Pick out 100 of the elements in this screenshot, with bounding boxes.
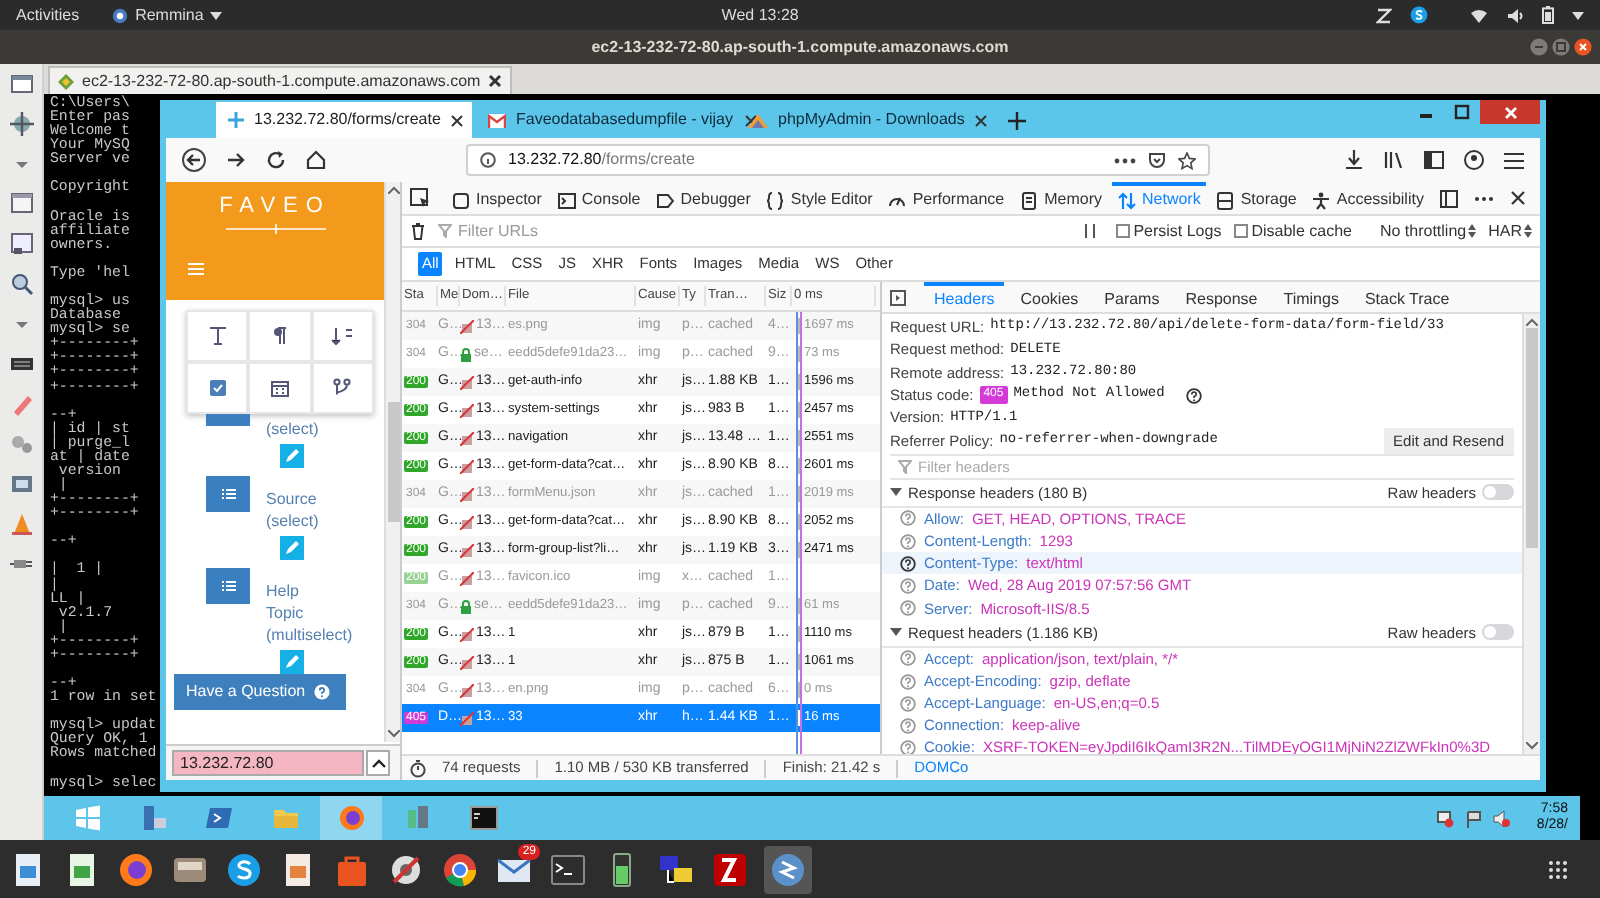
detail-tab[interactable]: Cookies — [1010, 281, 1089, 313]
activities-button[interactable]: Activities — [16, 3, 80, 27]
skype-icon[interactable] — [224, 849, 264, 889]
option-checkbox[interactable]: Disable cache — [1233, 219, 1352, 243]
menu-icon[interactable] — [1504, 151, 1524, 169]
pocket-icon[interactable] — [1148, 151, 1166, 169]
stopwatch-icon[interactable] — [410, 759, 426, 777]
library-icon[interactable] — [1384, 150, 1404, 170]
sidebar-icon[interactable] — [1424, 150, 1444, 170]
checkbox[interactable] — [1233, 224, 1248, 238]
devtools-tab[interactable]: Storage — [1210, 181, 1303, 215]
toggle-switch[interactable] — [1482, 624, 1514, 641]
firefox-icon[interactable] — [337, 804, 365, 832]
field-tile[interactable] — [206, 568, 250, 604]
screenshot-icon[interactable] — [9, 472, 33, 496]
detail-tab[interactable]: Params — [1094, 281, 1170, 313]
browser-tab[interactable]: phpMyAdmin - Downloads — [736, 102, 992, 138]
detail-tab[interactable]: Response — [1175, 281, 1268, 313]
close-icon[interactable] — [1574, 38, 1592, 56]
home-icon[interactable] — [306, 150, 326, 170]
devtools-tab[interactable]: Accessibility — [1306, 181, 1430, 215]
filezilla-icon[interactable] — [710, 849, 750, 889]
network-error-icon[interactable] — [1436, 809, 1455, 827]
find-field[interactable]: 13.232.72.80 — [172, 750, 364, 776]
command-prompt-icon[interactable] — [469, 804, 497, 832]
checkbox[interactable] — [1115, 224, 1130, 238]
detail-tab[interactable]: Timings — [1273, 281, 1349, 313]
checkbox-icon[interactable] — [205, 376, 230, 400]
firefox-icon[interactable] — [116, 849, 156, 889]
toggle-panel-icon[interactable] — [890, 289, 906, 305]
maximize-icon[interactable] — [1454, 104, 1470, 120]
scroll-down-icon[interactable] — [1526, 742, 1538, 750]
more-icon[interactable] — [1474, 195, 1494, 201]
devtools-tab[interactable]: Inspector — [446, 181, 548, 215]
caret-icon[interactable] — [209, 11, 222, 19]
close-icon[interactable] — [974, 113, 989, 127]
field-tile[interactable] — [206, 414, 250, 426]
clock[interactable]: Wed 13:28 — [721, 3, 799, 27]
calendar-icon[interactable] — [267, 376, 292, 400]
scroll-down-icon[interactable] — [387, 730, 399, 738]
skype-icon[interactable] — [1410, 6, 1428, 24]
dock-icon[interactable] — [1440, 189, 1458, 207]
caret-icon[interactable] — [1572, 11, 1584, 19]
wifi-icon[interactable] — [1470, 7, 1488, 23]
remmina-icon[interactable] — [768, 849, 808, 889]
picker-icon[interactable] — [410, 188, 430, 208]
close-button[interactable] — [1480, 100, 1540, 124]
terminal-icon[interactable] — [548, 849, 588, 889]
trash-icon[interactable] — [410, 222, 426, 240]
devtools-tab[interactable]: Debugger — [650, 181, 757, 215]
star-icon[interactable] — [1178, 151, 1196, 169]
keyboard-icon[interactable] — [9, 352, 33, 376]
scrollbar-thumb[interactable] — [387, 402, 399, 522]
text-format-icon[interactable] — [205, 324, 230, 348]
devtools-tab[interactable]: Performance — [882, 181, 1011, 215]
devtools-tab[interactable]: Memory — [1014, 181, 1108, 215]
help-button[interactable]: Have a Question — [174, 674, 346, 710]
back-icon[interactable] — [182, 148, 206, 172]
speaker-icon[interactable] — [1506, 7, 1524, 23]
close-icon[interactable] — [488, 74, 503, 88]
move-icon[interactable] — [9, 112, 33, 136]
download-icon[interactable] — [1344, 150, 1364, 170]
devtools-tab[interactable]: Console — [551, 181, 647, 215]
app-grid-icon[interactable] — [1548, 859, 1568, 879]
remmina-icon[interactable] — [111, 7, 128, 23]
branch-icon[interactable] — [330, 376, 355, 400]
reload-icon[interactable] — [266, 150, 286, 170]
close-icon[interactable] — [743, 113, 758, 127]
detail-tab[interactable]: Stack Trace — [1354, 281, 1460, 313]
cone-icon[interactable] — [9, 512, 33, 536]
har-menu[interactable]: HAR — [1488, 219, 1532, 243]
option-checkbox[interactable]: Persist Logs — [1115, 219, 1222, 243]
close-icon[interactable] — [450, 113, 465, 127]
window-icon[interactable] — [9, 232, 33, 256]
scroll-up-icon[interactable] — [1526, 318, 1538, 326]
account-icon[interactable] — [1464, 150, 1484, 170]
flag-icon[interactable] — [1464, 809, 1483, 827]
scroll-up-icon[interactable] — [387, 186, 399, 194]
browser-tab[interactable]: 13.232.72.80/forms/create — [216, 102, 472, 138]
connection-tab[interactable]: ec2-13-232-72-80.ap-south-1.compute.amazonaws.com — [48, 66, 513, 94]
forward-icon[interactable] — [226, 150, 246, 170]
chrome-icon[interactable] — [440, 849, 480, 889]
more-icon[interactable] — [1114, 157, 1136, 163]
battery-icon[interactable] — [1542, 6, 1554, 24]
throttling-select[interactable]: No throttling — [1379, 219, 1477, 243]
find-previous-button[interactable] — [366, 750, 390, 776]
speaker-muted-icon[interactable] — [1492, 809, 1511, 827]
toggle-switch[interactable] — [1482, 484, 1514, 501]
magnifier-icon[interactable] — [9, 272, 33, 296]
app-menu[interactable]: Remmina — [135, 3, 204, 27]
server-icon[interactable] — [139, 804, 167, 832]
scrollbar-thumb[interactable] — [1526, 328, 1538, 548]
window-icon[interactable] — [9, 192, 33, 216]
url-field[interactable]: 13.232.72.80/forms/create — [466, 144, 1210, 176]
pause-icon[interactable] — [1083, 224, 1096, 238]
field-tile[interactable] — [206, 476, 250, 512]
close-icon[interactable] — [1510, 190, 1526, 206]
sort-icon[interactable] — [330, 324, 355, 348]
terminal-icon[interactable] — [205, 804, 233, 832]
new-tab-icon[interactable] — [1008, 111, 1026, 129]
